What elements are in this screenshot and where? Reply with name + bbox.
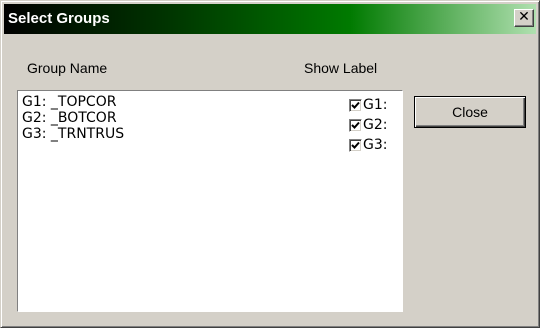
- select-groups-dialog: Select Groups ✕ Group Name Show Label G1…: [0, 0, 540, 328]
- close-button[interactable]: Close: [414, 96, 526, 128]
- show-label-header: Show Label: [304, 60, 378, 76]
- group-name-item[interactable]: G3: _TRNTRUS: [22, 126, 124, 142]
- checkmark-icon: [351, 101, 360, 109]
- show-label-checkbox[interactable]: [349, 138, 362, 152]
- group-name-item[interactable]: G1: _TOPCOR: [22, 94, 124, 110]
- show-label-checkbox[interactable]: [349, 98, 362, 112]
- checkmark-icon: [351, 121, 360, 129]
- window-title: Select Groups: [8, 10, 110, 27]
- show-label-text: G2:: [363, 117, 388, 133]
- show-label-row: G1:: [349, 95, 387, 115]
- close-window-icon[interactable]: ✕: [514, 9, 534, 27]
- show-label-text: G3:: [363, 137, 388, 153]
- checkmark-icon: [351, 141, 360, 149]
- group-name-header: Group Name: [27, 60, 108, 76]
- group-name-list: G1: _TOPCOR G2: _BOTCOR G3: _TRNTRUS: [22, 94, 124, 142]
- show-label-text: G1:: [363, 97, 388, 113]
- show-label-list: G1: G2: G3:: [349, 95, 387, 155]
- group-name-item[interactable]: G2: _BOTCOR: [22, 110, 124, 126]
- show-label-row: G3:: [349, 135, 387, 155]
- title-bar[interactable]: Select Groups ✕: [4, 4, 536, 34]
- groups-list-panel: G1: _TOPCOR G2: _BOTCOR G3: _TRNTRUS G1:…: [17, 90, 403, 312]
- show-label-checkbox[interactable]: [349, 118, 362, 132]
- show-label-row: G2:: [349, 115, 387, 135]
